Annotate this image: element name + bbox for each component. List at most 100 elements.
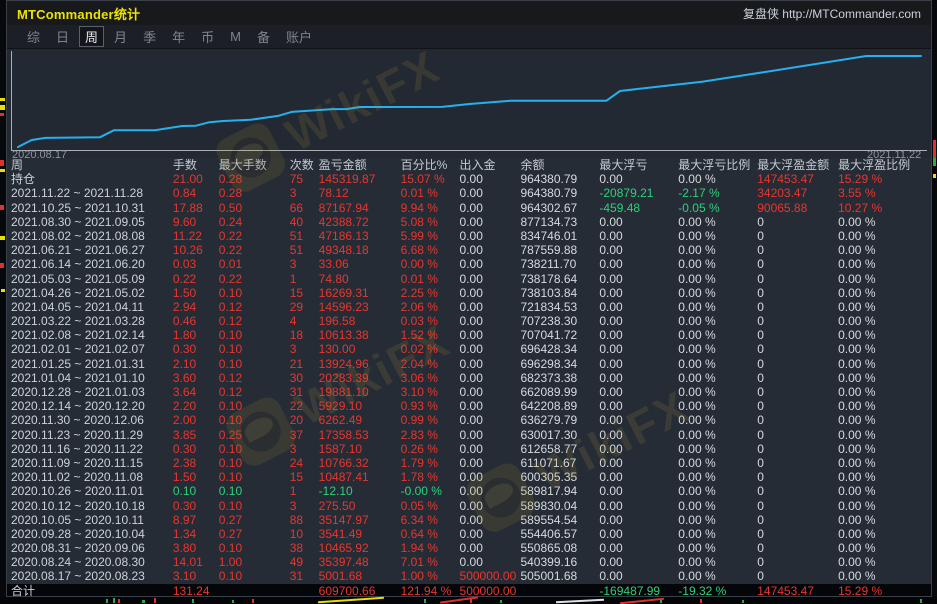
table-cell: 0.00 % [678,541,757,555]
table-cell: 17.88 [173,201,219,215]
table-row[interactable]: 2020.08.24 ~ 2020.08.3014.011.004935397.… [7,555,931,569]
table-row[interactable]: 2021.03.22 ~ 2021.03.280.460.124196.580.… [7,314,931,328]
table-cell: 51 [290,243,319,257]
table-row[interactable]: 2021.06.21 ~ 2021.06.2710.260.225149348.… [7,243,931,257]
table-row[interactable]: 2021.05.03 ~ 2021.05.090.220.22174.800.0… [7,272,931,286]
table-row[interactable]: 2020.12.14 ~ 2020.12.202.200.10225929.10… [7,399,931,413]
table-cell: 22 [290,399,319,413]
table-row[interactable]: 2021.01.25 ~ 2021.01.312.100.102113924.9… [7,357,931,371]
table-cell: 0 [757,300,838,314]
table-row[interactable]: 2021.10.25 ~ 2021.10.3117.880.506687167.… [7,201,931,215]
candle-mark [113,598,115,603]
table-row[interactable]: 2020.12.28 ~ 2021.01.033.640.123119881.1… [7,385,931,399]
table-row[interactable]: 2020.11.16 ~ 2020.11.220.300.1031587.100… [7,442,931,456]
table-cell: 0.00 [599,513,678,527]
table-cell: -459.48 [599,201,678,215]
table-cell: 0.10 [219,442,290,456]
table-row[interactable]: 2020.10.05 ~ 2020.10.118.970.278835147.9… [7,513,931,527]
table-row[interactable]: 2021.02.01 ~ 2021.02.070.300.103130.000.… [7,342,931,356]
table-cell: 964380.79 [520,186,599,200]
menu-item-年[interactable]: 年 [166,26,191,47]
table-row[interactable]: 2020.08.31 ~ 2020.09.063.800.103810465.9… [7,541,931,555]
table-cell: 0 [757,569,838,583]
table-cell: 0.00 % [838,257,931,271]
table-cell: 3 [290,442,319,456]
candle-mark [0,105,5,110]
table-row[interactable]: 2020.11.30 ~ 2020.12.062.000.10206262.49… [7,413,931,427]
table-cell [290,584,319,597]
table-cell: 0.00 % [678,499,757,513]
candle-mark [0,263,4,268]
table-cell: 0.50 [219,201,290,215]
table-cell: 0 [757,513,838,527]
table-cell: 10.27 % [838,201,931,215]
menu-item-月[interactable]: 月 [108,26,133,47]
table-row[interactable]: 2020.08.17 ~ 2020.08.233.100.10315001.68… [7,569,931,583]
table-cell: 0.00 % [838,499,931,513]
table-row[interactable]: 2021.04.05 ~ 2021.04.112.940.122914596.2… [7,300,931,314]
table-cell: 3.10 [173,569,219,583]
table-cell: 0.00 % [838,484,931,498]
table-cell: 3 [290,186,319,200]
table-cell: 1 [290,272,319,286]
table-row[interactable]: 2021.02.08 ~ 2021.02.141.800.101810613.3… [7,328,931,342]
table-cell: 2020.12.28 ~ 2021.01.03 [11,385,173,399]
table-row[interactable]: 2021.04.26 ~ 2021.05.021.500.101516269.3… [7,286,931,300]
table-cell: 0.00 % [678,569,757,583]
table-cell: 2021.04.05 ~ 2021.04.11 [11,300,173,314]
table-cell: 3541.49 [319,527,401,541]
table-cell: 0.00 % [678,385,757,399]
table-row[interactable]: 2020.11.23 ~ 2020.11.293.850.253717358.5… [7,428,931,442]
table-row[interactable]: 持仓21.000.2875145319.8715.07 %0.00964380.… [7,172,931,186]
table-row[interactable]: 2020.11.09 ~ 2020.11.152.380.102410766.3… [7,456,931,470]
candle-mark [742,600,744,603]
table-cell: 14.01 [173,555,219,569]
candle-mark [933,140,936,158]
table-cell: 0.10 [219,328,290,342]
table-cell: 2021.04.26 ~ 2021.05.02 [11,286,173,300]
table-cell: 2020.11.30 ~ 2020.12.06 [11,413,173,427]
table-row[interactable]: 2021.08.02 ~ 2021.08.0811.220.225147186.… [7,229,931,243]
table-row[interactable]: 2020.10.26 ~ 2020.11.010.100.101-12.10-0… [7,484,931,498]
table-cell: 0.00 % [678,456,757,470]
table-cell: 0.00 % [678,272,757,286]
equity-curve [7,49,931,158]
menu-item-M[interactable]: M [224,28,247,45]
column-header: 最大浮盈金额 [757,158,838,172]
table-cell: 500000.00 [460,584,521,597]
table-cell: 3.10 % [401,385,460,399]
table-cell: 0.22 [173,272,219,286]
table-cell: 10 [290,527,319,541]
table-row[interactable]: 2020.10.12 ~ 2020.10.180.300.103275.500.… [7,499,931,513]
table-cell: 275.50 [319,499,401,513]
table-cell: 0.12 [219,371,290,385]
menu-item-综[interactable]: 综 [21,26,46,47]
table-cell: 500000.00 [460,569,521,583]
menu-item-账户[interactable]: 账户 [280,26,318,47]
table-cell: 877134.73 [520,215,599,229]
menu-item-日[interactable]: 日 [50,26,75,47]
menu-item-周[interactable]: 周 [79,26,104,47]
menu-item-季[interactable]: 季 [137,26,162,47]
table-row[interactable]: 2021.11.22 ~ 2021.11.280.840.28378.120.0… [7,186,931,200]
table-cell: 0.00 % [838,357,931,371]
table-row[interactable]: 2021.08.30 ~ 2021.09.059.600.244042388.7… [7,215,931,229]
table-cell: 0.84 [173,186,219,200]
table-cell: 0.00 % [678,413,757,427]
table-cell: 131.24 [173,584,219,597]
table-row[interactable]: 2021.01.04 ~ 2021.01.103.600.123020283.3… [7,371,931,385]
table-cell: 0.00 [599,484,678,498]
column-header: 手数 [173,158,219,172]
table-cell: 0.00 % [678,172,757,186]
table-row[interactable]: 2021.06.14 ~ 2021.06.200.030.01333.060.0… [7,257,931,271]
table-cell: 0.00 [599,342,678,356]
table-cell: 15 [290,470,319,484]
table-cell: 0.00 [460,513,521,527]
table-cell: 51 [290,229,319,243]
menu-item-备[interactable]: 备 [251,26,276,47]
menu-item-币[interactable]: 币 [195,26,220,47]
column-header: 百分比% [401,158,460,172]
table-row[interactable]: 2020.11.02 ~ 2020.11.081.500.101510487.4… [7,470,931,484]
table-cell: 0.00 [599,442,678,456]
table-row[interactable]: 2020.09.28 ~ 2020.10.041.340.27103541.49… [7,527,931,541]
